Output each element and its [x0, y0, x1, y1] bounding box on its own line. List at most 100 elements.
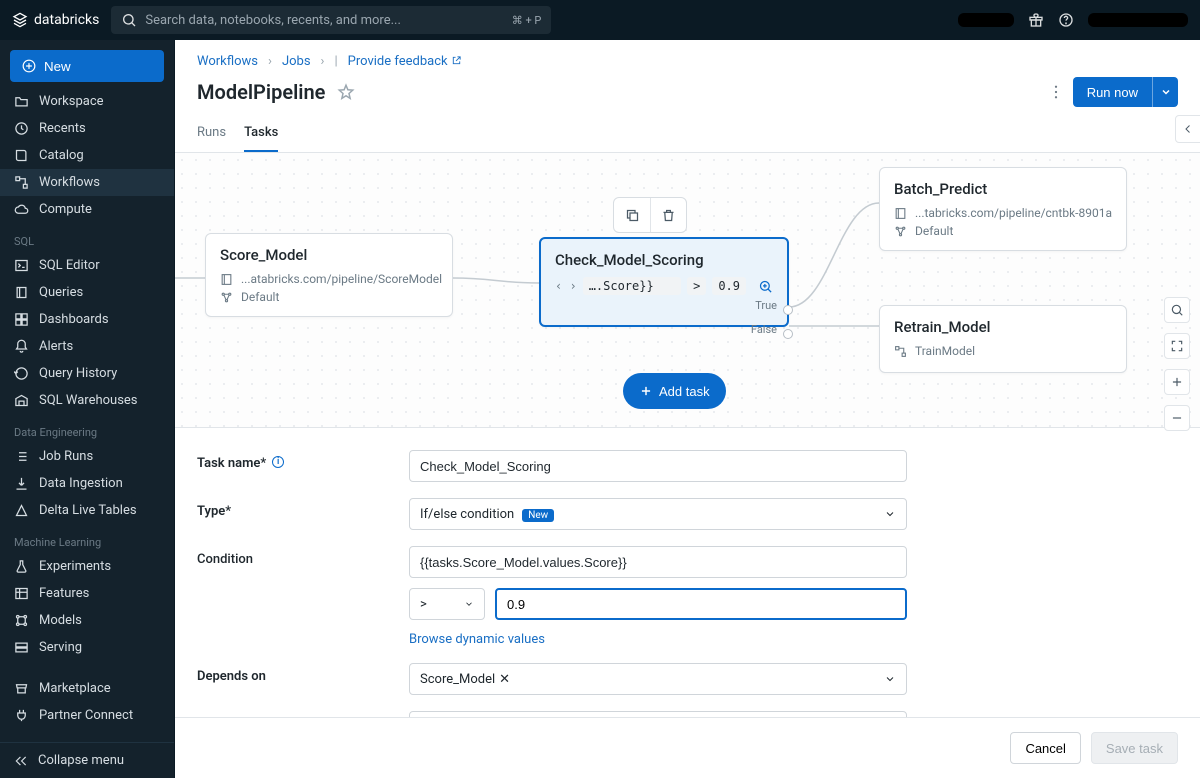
node-check-scoring[interactable]: Check_Model_Scoring ‹ › ….Score}} > 0.9 … [539, 237, 789, 327]
node-retrain-model[interactable]: Retrain_Model TrainModel [879, 305, 1127, 373]
table-icon [14, 586, 29, 601]
cancel-button[interactable]: Cancel [1010, 732, 1080, 764]
breadcrumbs: Workflows › Jobs › | Provide feedback [175, 40, 1200, 73]
sidebar-item-alerts[interactable]: Alerts [0, 333, 174, 360]
star-icon[interactable] [337, 83, 355, 101]
trash-icon [661, 208, 676, 223]
chevron-down-icon [464, 599, 474, 609]
search-placeholder: Search data, notebooks, recents, and mor… [145, 13, 401, 28]
zoom-icon[interactable] [758, 279, 773, 294]
sidebar-item-partner[interactable]: Partner Connect [0, 702, 174, 729]
global-search[interactable]: Search data, notebooks, recents, and mor… [111, 6, 551, 34]
node-score-model[interactable]: Score_Model ...atabricks.com/pipeline/Sc… [205, 233, 453, 317]
title-row: ModelPipeline Run now [175, 73, 1200, 117]
feedback-link[interactable]: Provide feedback [348, 54, 462, 69]
port-true [783, 305, 793, 315]
condition-value-input[interactable] [495, 588, 907, 620]
cond-expr-chip: ….Score}} [583, 277, 681, 295]
book-icon [14, 148, 29, 163]
crumb-jobs[interactable]: Jobs [282, 54, 311, 69]
sidebar-item-features[interactable]: Features [0, 580, 174, 607]
section-ml: Machine Learning [0, 524, 174, 553]
add-task-button[interactable]: Add task [623, 373, 726, 409]
brand-text: databricks [34, 12, 99, 28]
depends-label: Depends on [197, 663, 409, 695]
sidebar-item-queries[interactable]: Queries [0, 279, 174, 306]
sidebar-item-jobruns[interactable]: Job Runs [0, 443, 174, 470]
sidebar-item-workspace[interactable]: Workspace [0, 88, 174, 115]
chevron-right-icon: › [268, 54, 272, 69]
port-false [783, 329, 793, 339]
tabs: Runs Tasks [175, 117, 1200, 153]
list-icon [14, 449, 29, 464]
cluster-icon [894, 225, 907, 238]
tab-tasks[interactable]: Tasks [244, 117, 278, 152]
chevron-right-icon: › [321, 54, 325, 69]
redacted [958, 13, 1014, 27]
canvas-search[interactable] [1164, 297, 1190, 323]
cluster-icon [220, 291, 233, 304]
sidebar-item-sql-editor[interactable]: SQL Editor [0, 252, 174, 279]
run-now-dropdown[interactable] [1152, 77, 1178, 107]
new-button[interactable]: New [10, 50, 164, 82]
download-icon [14, 476, 29, 491]
canvas-zoom-in[interactable] [1164, 369, 1190, 395]
sidebar-item-ingestion[interactable]: Data Ingestion [0, 470, 174, 497]
sidebar-item-marketplace[interactable]: Marketplace [0, 675, 174, 702]
save-task-button[interactable]: Save task [1091, 732, 1178, 764]
model-icon [14, 613, 29, 628]
depends-select[interactable]: Score_Model ✕ [409, 663, 907, 695]
copy-button[interactable] [614, 198, 650, 232]
node-title: Score_Model [220, 246, 438, 264]
delete-button[interactable] [650, 198, 686, 232]
sidebar-item-recents[interactable]: Recents [0, 115, 174, 142]
condition-op-select[interactable]: > [409, 588, 485, 620]
runif-label: Run if dependenciesi [197, 711, 409, 717]
task-form: Task name*i Type* If/else conditionNew C… [175, 428, 1200, 717]
folder-icon [14, 94, 29, 109]
logo[interactable]: databricks [12, 12, 99, 28]
cond-op-chip: > [687, 277, 706, 295]
minus-icon [1170, 411, 1184, 425]
edge-label-true: True [755, 299, 777, 312]
tab-runs[interactable]: Runs [197, 117, 226, 152]
run-now-button[interactable]: Run now [1073, 77, 1152, 107]
remove-chip-icon[interactable]: ✕ [499, 672, 510, 687]
help-icon[interactable] [1058, 12, 1074, 28]
sidebar-item-catalog[interactable]: Catalog [0, 142, 174, 169]
sidebar-item-serving[interactable]: Serving [0, 634, 174, 661]
flask-icon [14, 559, 29, 574]
crumb-workflows[interactable]: Workflows [197, 54, 258, 69]
cond-val-chip: 0.9 [712, 277, 746, 295]
browse-values-link[interactable]: Browse dynamic values [409, 632, 545, 647]
form-footer: Cancel Save task [175, 717, 1200, 778]
runif-select[interactable]: All succeeded [409, 711, 907, 717]
sidebar-item-dlt[interactable]: Delta Live Tables [0, 497, 174, 524]
chevron-down-icon [884, 508, 896, 520]
info-icon[interactable]: i [272, 456, 284, 468]
node-batch-predict[interactable]: Batch_Predict ...tabricks.com/pipeline/c… [879, 167, 1127, 251]
node-title: Batch_Predict [894, 180, 1112, 198]
type-select[interactable]: If/else conditionNew [409, 498, 907, 530]
chevron-down-icon [1160, 86, 1172, 98]
search-icon [121, 12, 137, 28]
side-panel-toggle[interactable] [1175, 115, 1200, 143]
sidebar-item-experiments[interactable]: Experiments [0, 553, 174, 580]
sidebar-item-query-history[interactable]: Query History [0, 360, 174, 387]
plus-circle-icon [22, 59, 36, 73]
main: Workflows › Jobs › | Provide feedback Mo… [175, 40, 1200, 778]
canvas-fit[interactable] [1164, 333, 1190, 359]
kebab-icon[interactable] [1047, 83, 1065, 101]
condition-expr-input[interactable] [409, 546, 907, 578]
collapse-icon [14, 754, 28, 768]
sidebar-item-models[interactable]: Models [0, 607, 174, 634]
sidebar-item-warehouses[interactable]: SQL Warehouses [0, 387, 174, 414]
sidebar-item-workflows[interactable]: Workflows [0, 169, 174, 196]
dag-canvas[interactable]: Score_Model ...atabricks.com/pipeline/Sc… [175, 153, 1200, 428]
sidebar-item-compute[interactable]: Compute [0, 196, 174, 223]
collapse-menu[interactable]: Collapse menu [0, 742, 174, 778]
sidebar-item-dashboards[interactable]: Dashboards [0, 306, 174, 333]
node-toolbar [613, 197, 687, 233]
task-name-input[interactable] [409, 450, 907, 482]
gift-icon[interactable] [1028, 12, 1044, 28]
